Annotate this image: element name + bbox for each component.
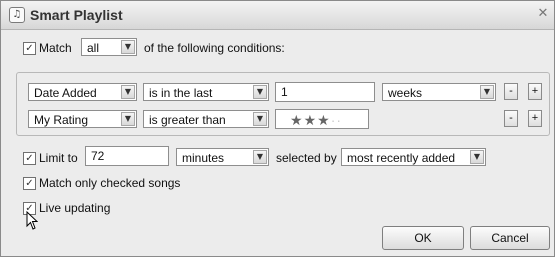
match-checked-songs-label: Match only checked songs	[39, 176, 181, 190]
rule-2-rating-stars[interactable]: ★★★··	[275, 109, 369, 129]
smart-playlist-dialog: ♫ Smart Playlist ✕ ✓ Match all ▼ of the …	[0, 0, 555, 257]
limit-unit-value: minutes	[182, 151, 225, 165]
match-suffix-text: of the following conditions:	[144, 41, 285, 55]
rule-2-operator-value: is greater than	[149, 113, 226, 127]
rule-1-unit-value: weeks	[388, 86, 423, 100]
rule-2-add-button[interactable]: +	[528, 110, 542, 127]
rule-1-field-select[interactable]: Date Added ▼	[28, 83, 137, 101]
match-quantifier-value: all	[87, 41, 100, 55]
limit-unit-select[interactable]: minutes ▼	[176, 148, 269, 166]
rule-2-remove-button[interactable]: -	[504, 110, 518, 127]
rule-1-operator-select[interactable]: is in the last ▼	[143, 83, 269, 101]
chevron-down-icon[interactable]: ▼	[121, 40, 135, 54]
mouse-pointer-icon	[26, 211, 38, 230]
ok-button[interactable]: OK	[382, 226, 464, 250]
limit-checkbox[interactable]: ✓	[23, 152, 36, 165]
match-checked-songs-checkbox[interactable]: ✓	[23, 177, 36, 190]
chevron-down-icon[interactable]: ▼	[121, 85, 135, 99]
match-quantifier-select[interactable]: all ▼	[81, 38, 137, 56]
star-icon[interactable]: ★	[317, 112, 331, 128]
live-updating-label: Live updating	[39, 201, 111, 215]
rule-1-operator-value: is in the last	[149, 86, 213, 100]
limit-label: Limit to	[39, 151, 78, 165]
itunes-note-icon: ♫	[9, 7, 25, 23]
rule-1-remove-button[interactable]: -	[504, 83, 518, 100]
close-icon[interactable]: ✕	[536, 6, 550, 22]
selected-by-label: selected by	[276, 151, 337, 165]
rule-1-add-button[interactable]: +	[528, 83, 542, 100]
limit-value-input[interactable]: 72	[85, 146, 169, 166]
rule-1-unit-select[interactable]: weeks ▼	[382, 83, 496, 101]
cancel-button[interactable]: Cancel	[470, 226, 550, 250]
rule-1-value-input[interactable]: 1	[275, 82, 375, 102]
title-bar[interactable]: ♫ Smart Playlist ✕	[1, 1, 554, 30]
chevron-down-icon[interactable]: ▼	[253, 112, 267, 126]
match-label: Match	[39, 41, 72, 55]
rule-2-field-value: My Rating	[34, 113, 89, 127]
chevron-down-icon[interactable]: ▼	[253, 85, 267, 99]
rule-2-operator-select[interactable]: is greater than ▼	[143, 110, 269, 128]
match-checkbox[interactable]: ✓	[23, 42, 36, 55]
star-icon[interactable]: ★	[304, 112, 318, 128]
empty-star-dot-icon[interactable]: ·	[336, 112, 342, 128]
chevron-down-icon[interactable]: ▼	[121, 112, 135, 126]
chevron-down-icon[interactable]: ▼	[470, 150, 484, 164]
window-title: Smart Playlist	[30, 7, 123, 23]
chevron-down-icon[interactable]: ▼	[253, 150, 267, 164]
star-icon[interactable]: ★	[290, 112, 304, 128]
selected-by-value: most recently added	[347, 151, 456, 165]
selected-by-select[interactable]: most recently added ▼	[341, 148, 486, 166]
rule-2-field-select[interactable]: My Rating ▼	[28, 110, 137, 128]
rule-1-field-value: Date Added	[34, 86, 97, 100]
chevron-down-icon[interactable]: ▼	[480, 85, 494, 99]
